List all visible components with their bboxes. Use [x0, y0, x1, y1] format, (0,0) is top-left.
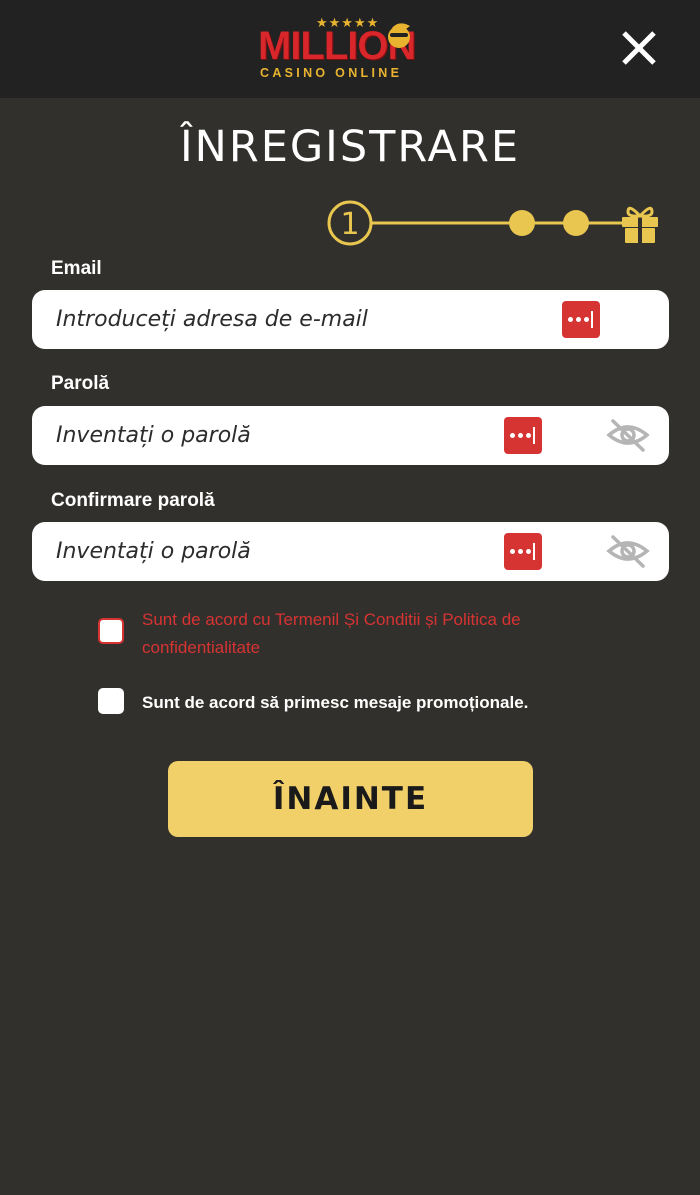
email-field-container	[32, 290, 669, 349]
password-manager-icon[interactable]	[504, 417, 542, 454]
promo-checkbox[interactable]	[98, 688, 124, 714]
million-casino-logo[interactable]: ★★★★★ MILLION CASINO ONLINE	[258, 16, 444, 82]
gift-icon	[622, 206, 658, 243]
step-3-dot	[563, 210, 589, 236]
password-input[interactable]	[56, 406, 506, 465]
terms-consent-text: Sunt de acord cu Termenil Și Conditii și…	[142, 606, 612, 662]
logo-lion-icon	[388, 23, 410, 48]
eye-slash-icon[interactable]	[606, 417, 650, 454]
header-bar: ★★★★★ MILLION CASINO ONLINE	[0, 0, 700, 98]
email-label: Email	[51, 258, 102, 279]
password-manager-icon[interactable]	[504, 533, 542, 570]
close-icon[interactable]	[618, 27, 660, 69]
password-label: Parolă	[51, 373, 110, 394]
terms-checkbox[interactable]	[98, 618, 124, 644]
registration-stepper: 1	[327, 200, 658, 246]
next-button[interactable]: ÎNAINTE	[168, 761, 533, 837]
page-title: ÎNREGISTRARE	[179, 122, 521, 172]
terms-link[interactable]: Termenil Și Conditii	[275, 610, 421, 629]
confirm-password-input[interactable]	[56, 522, 506, 581]
password-field-container	[32, 406, 669, 465]
password-manager-icon[interactable]	[562, 301, 600, 338]
step-2-dot	[509, 210, 535, 236]
email-input[interactable]	[56, 290, 506, 349]
terms-prefix: Sunt de acord cu	[142, 610, 275, 629]
logo-subtitle: CASINO ONLINE	[260, 66, 403, 80]
terms-and: și	[420, 610, 443, 629]
confirm-password-field-container	[32, 522, 669, 581]
promo-consent-text: Sunt de acord să primesc mesaje promoțio…	[142, 693, 529, 712]
confirm-password-label: Confirmare parolă	[51, 490, 215, 511]
eye-slash-icon[interactable]	[606, 533, 650, 570]
step-1-number: 1	[340, 207, 359, 242]
